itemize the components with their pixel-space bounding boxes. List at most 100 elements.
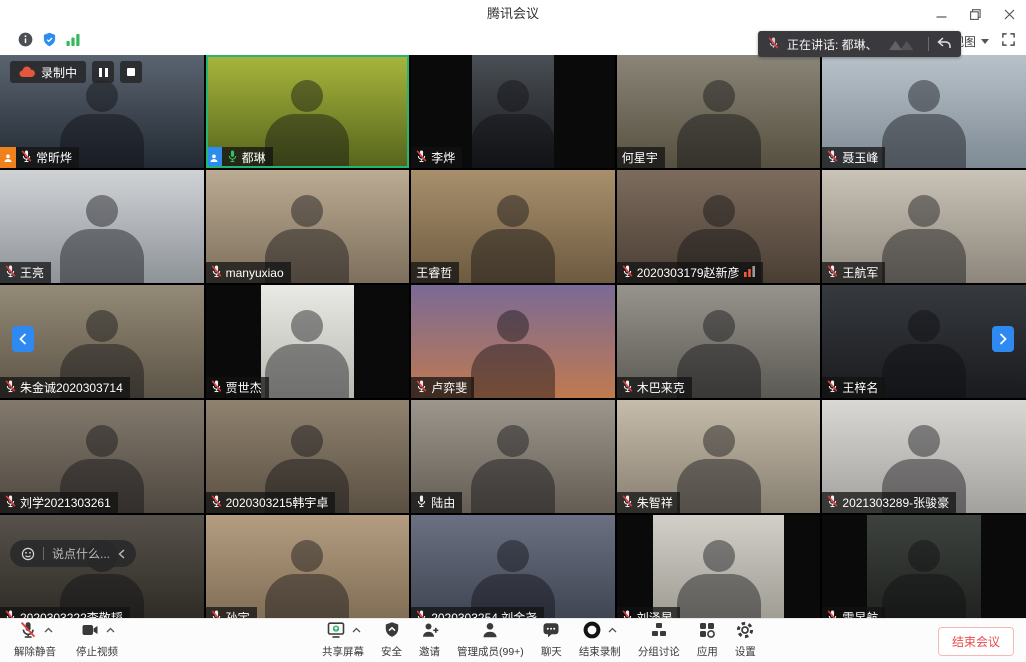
participant-label: 朱金诚2020303714 [0, 377, 130, 398]
chat-divider [43, 547, 44, 560]
participant-label: 2020303254 刘金尧 [411, 607, 544, 618]
toolbar-camera-button[interactable]: 停止视频 [76, 622, 118, 659]
participant-name: 卢弈斐 [431, 379, 467, 396]
video-tile[interactable]: 2020303215韩宇卓 [206, 400, 410, 513]
video-tile[interactable]: 孙宇 [206, 515, 410, 618]
mic-muted-icon [827, 379, 838, 396]
share-screen-icon [326, 620, 346, 645]
participant-silhouette [291, 310, 323, 342]
chevron-left-icon[interactable] [118, 549, 125, 559]
toolbar-share-screen-button[interactable]: 共享屏幕 [322, 622, 364, 659]
participant-name: 朱金诚2020303714 [20, 379, 123, 396]
video-tile[interactable]: 都琳 [206, 55, 410, 168]
participant-label: 王梓名 [822, 377, 885, 398]
toolbar-mic-muted-button[interactable]: 解除静音 [14, 622, 56, 659]
participant-label: 木巴来克 [617, 377, 692, 398]
participant-video [411, 515, 615, 618]
participant-label: 2020303215韩宇卓 [206, 492, 336, 513]
video-tile[interactable]: 2020303179赵新彦 [617, 170, 821, 283]
participant-label: 刘学2021303261 [0, 492, 118, 513]
participant-label: 贾世杰 [206, 377, 269, 398]
toolbar-members-button[interactable]: 管理成员(99+) [457, 622, 524, 659]
previous-page-button[interactable] [12, 326, 34, 352]
chevron-left-icon [19, 333, 27, 345]
close-button[interactable] [992, 0, 1026, 28]
participant-silhouette [703, 425, 735, 457]
video-tile[interactable]: 陆由 [411, 400, 615, 513]
participant-label: 何星宇 [617, 147, 665, 168]
video-tile[interactable]: 聂玉峰 [822, 55, 1026, 168]
toolbar-breakout-button[interactable]: 分组讨论 [638, 622, 680, 659]
video-tile[interactable]: manyuxiao [206, 170, 410, 283]
video-tile[interactable]: 王亮 [0, 170, 204, 283]
chevron-up-icon[interactable] [106, 620, 115, 638]
video-tile[interactable]: 雷昱航 [822, 515, 1026, 618]
quick-chat-bubble[interactable]: 说点什么... [10, 540, 136, 567]
video-tile[interactable]: 刘泽旻 [617, 515, 821, 618]
participant-name: 都琳 [242, 149, 266, 166]
video-tile[interactable]: 2021303289-张骏豪 [822, 400, 1026, 513]
chevron-up-icon[interactable] [608, 620, 617, 638]
window-controls [924, 0, 1026, 28]
toolbar-invite-button[interactable]: 邀请 [419, 622, 440, 659]
video-tile[interactable]: 李烨 [411, 55, 615, 168]
video-tile[interactable]: 贾世杰 [206, 285, 410, 398]
video-tile[interactable]: 何星宇 [617, 55, 821, 168]
video-tile[interactable]: 2020303254 刘金尧 [411, 515, 615, 618]
participant-silhouette [677, 459, 761, 513]
security-shield-icon[interactable] [42, 32, 57, 52]
end-meeting-button[interactable]: 结束会议 [938, 627, 1014, 656]
participant-name: manyuxiao [226, 266, 284, 280]
participant-silhouette [677, 114, 761, 168]
cloud-recording-icon [19, 66, 35, 78]
mic-on-icon [416, 494, 427, 511]
toolbar-settings-button[interactable]: 设置 [735, 622, 756, 659]
meeting-info-icon[interactable] [18, 32, 33, 52]
stop-icon [127, 68, 135, 76]
video-tile[interactable]: 卢弈斐 [411, 285, 615, 398]
mic-muted-icon [5, 379, 16, 396]
reply-arrow-icon[interactable] [937, 37, 951, 52]
fullscreen-button[interactable] [1001, 32, 1016, 52]
stop-recording-button[interactable] [120, 61, 142, 83]
network-signal-icon[interactable] [66, 33, 81, 51]
pause-recording-button[interactable] [92, 61, 114, 83]
chevron-up-icon[interactable] [44, 620, 53, 638]
apps-icon [697, 620, 717, 645]
shield-icon [382, 620, 402, 645]
toolbar-shield-button[interactable]: 安全 [381, 622, 402, 659]
participant-name: 2020303222李敬韬 [20, 609, 123, 618]
participant-silhouette [703, 310, 735, 342]
video-tile[interactable]: 刘学2021303261 [0, 400, 204, 513]
toolbar-chat-button[interactable]: 聊天 [541, 622, 562, 659]
host-badge-icon [0, 147, 16, 168]
participant-label: 陆由 [411, 492, 462, 513]
chevron-up-icon[interactable] [352, 620, 361, 638]
video-tile[interactable]: 王睿哲 [411, 170, 615, 283]
participant-name: 陆由 [431, 494, 455, 511]
participant-name: 王梓名 [842, 379, 878, 396]
participant-silhouette [908, 425, 940, 457]
mic-muted-icon [211, 609, 222, 618]
video-tile[interactable]: 朱智祥 [617, 400, 821, 513]
participant-silhouette [497, 425, 529, 457]
participant-silhouette [497, 80, 529, 112]
breakout-icon [649, 620, 669, 645]
participant-silhouette [86, 425, 118, 457]
next-page-button[interactable] [992, 326, 1014, 352]
participant-label: 李烨 [411, 147, 462, 168]
participant-name: 常昕烨 [36, 149, 72, 166]
weak-network-icon [744, 266, 756, 280]
participant-silhouette [882, 574, 966, 618]
restore-button[interactable] [958, 0, 992, 28]
mic-muted-icon [622, 494, 633, 511]
toolbar-record-stop-button[interactable]: 结束录制 [579, 622, 621, 659]
mic-active-icon [227, 149, 238, 166]
camera-icon [80, 620, 100, 645]
toolbar-apps-button[interactable]: 应用 [697, 622, 718, 659]
minimize-button[interactable] [924, 0, 958, 28]
participant-name: 贾世杰 [226, 379, 262, 396]
video-tile[interactable]: 王航军 [822, 170, 1026, 283]
participant-label: 卢弈斐 [411, 377, 474, 398]
video-tile[interactable]: 木巴来克 [617, 285, 821, 398]
